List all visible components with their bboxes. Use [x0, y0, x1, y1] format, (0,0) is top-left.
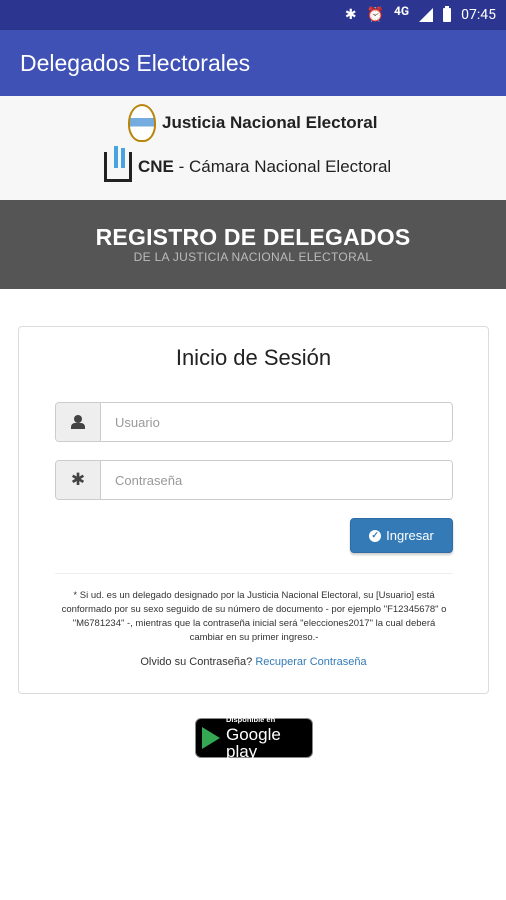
cne-logo: CNE - Cámara Nacional Electoral	[104, 146, 392, 182]
divider	[55, 573, 453, 574]
justicia-logo: Justicia Nacional Electoral	[128, 104, 377, 142]
clock: 07:45	[461, 7, 496, 23]
bluetooth-icon: ✱	[344, 7, 357, 23]
login-heading: Inicio de Sesión	[175, 345, 332, 370]
alarm-icon: ⏰	[366, 7, 385, 23]
header-logos: Justicia Nacional Electoral CNE - Cámara…	[0, 96, 506, 200]
banner-subtitle: DE LA JUSTICIA NACIONAL ELECTORAL	[133, 250, 373, 264]
asterisk-icon: ✱	[70, 470, 86, 490]
recover-password-link[interactable]: Recuperar Contraseña	[255, 656, 366, 668]
badge-big-text: Google play	[226, 724, 281, 761]
google-play-badge[interactable]: Disponible en Google play	[195, 715, 313, 761]
justicia-logo-text: Justicia Nacional Electoral	[162, 113, 378, 132]
argentina-shield-icon	[128, 104, 156, 142]
login-button[interactable]: ✓ Ingresar	[350, 518, 453, 553]
cne-mark-icon	[104, 146, 132, 182]
forgot-password: Olvido su Contraseña? Recuperar Contrase…	[19, 656, 488, 668]
username-note: * Si ud. es un delegado designado por la…	[61, 590, 447, 643]
password-group: ✱	[55, 460, 453, 500]
app-bar: Delegados Electorales	[0, 30, 506, 96]
password-input[interactable]	[101, 461, 452, 499]
login-card: Inicio de Sesión ✱ ✓ Ingresar * Si ud. e…	[18, 326, 489, 694]
cne-logo-bold: CNE	[138, 157, 174, 176]
login-button-label: Ingresar	[386, 528, 434, 543]
check-circle-icon: ✓	[369, 529, 382, 542]
cne-logo-text: - Cámara Nacional Electoral	[173, 157, 392, 176]
status-bar: ✱ ⏰ 4G 07:45	[0, 0, 506, 30]
forgot-prefix: Olvido su Contraseña?	[140, 656, 253, 668]
username-input[interactable]	[101, 403, 452, 441]
banner-title: REGISTRO DE DELEGADOS	[95, 224, 411, 250]
password-addon: ✱	[56, 461, 101, 499]
username-group	[55, 402, 453, 442]
user-icon	[71, 415, 85, 429]
google-play-icon	[202, 727, 220, 749]
app-title: Delegados Electorales	[20, 49, 251, 76]
registry-banner: REGISTRO DE DELEGADOS DE LA JUSTICIA NAC…	[0, 200, 506, 289]
battery-icon	[443, 6, 452, 22]
signal-icon	[419, 8, 434, 22]
network-type: 4G	[394, 4, 410, 18]
user-addon	[56, 403, 101, 441]
badge-small-text: Disponible en	[226, 715, 276, 725]
